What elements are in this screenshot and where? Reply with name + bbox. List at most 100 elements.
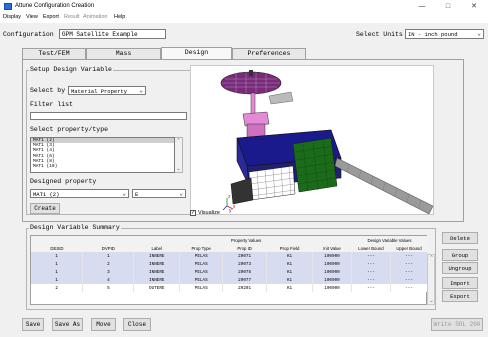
menu-help[interactable]: Help [114,14,125,20]
column-header[interactable]: Prop Field [266,244,313,252]
table-cell: 20075 [222,268,268,276]
menu-export[interactable]: Export [43,14,59,20]
column-header[interactable]: Prop ID [222,244,267,252]
table-cell: 20077 [222,276,268,284]
select-by-dropdown[interactable]: Material Property ⌄ [68,86,146,95]
table-cell: --- [351,276,391,284]
menu-animation[interactable]: Animation [83,14,107,20]
tab-preferences[interactable]: Preferences [232,48,306,59]
lower-module [248,165,296,201]
summary-table[interactable]: Property Values Design Variable Values D… [30,235,429,305]
filter-list-input[interactable] [30,112,187,120]
configuration-input[interactable]: GPM Satellite Example [59,29,166,39]
column-header[interactable]: DESID [31,244,83,252]
visualize-checkbox[interactable]: ✓ [190,210,196,216]
table-cell: 20071 [222,252,268,260]
green-module [292,137,338,193]
table-cell: INNERE [133,260,181,268]
table-cell: --- [390,268,429,276]
maximize-icon[interactable]: □ [440,2,456,11]
setup-legend: Setup Design Variable [29,66,113,73]
designed-field-dropdown[interactable]: E ⌄ [132,189,186,198]
import-button[interactable]: Import [442,277,478,289]
table-cell: 4 [82,276,135,284]
table-row[interactable]: 1 1 INNERE PELAS 20071 K1 100000 --- --- [31,252,429,260]
antenna-feed [249,70,253,76]
column-header[interactable]: Lower Bound [351,244,391,252]
table-cell: INNERE [133,268,181,276]
table-cell: --- [390,284,429,292]
close-icon[interactable]: ✕ [466,2,482,11]
table-cell: 3 [82,268,135,276]
group-button[interactable]: Group [442,249,478,261]
table-cell: --- [351,260,391,268]
table-cell: 100000 [312,260,352,268]
save-button[interactable]: Save [22,318,44,331]
list-item[interactable]: MAT1 (10) [31,164,174,169]
column-header[interactable]: Upper Bound [390,244,428,252]
table-row[interactable]: 2 5 OUTERE PELAS 20201 K1 100000 --- --- [31,284,429,292]
design-variable-values-header: Design Variable Values [351,236,428,244]
app-icon [4,3,12,10]
minimize-icon[interactable]: — [414,2,430,11]
table-cell: K1 [266,276,314,284]
menu-view[interactable]: View [26,14,38,20]
column-header[interactable]: Label [133,244,180,252]
table-cell: --- [351,284,391,292]
table-row[interactable]: 1 3 INNERE PELAS 20075 K1 100000 --- --- [31,268,429,276]
designed-property-label: Designed property [30,178,97,185]
property-type-list[interactable]: MAT1 (2) MAT1 (3) MAT1 (4) MAT1 (6) MAT1… [30,137,175,173]
scroll-down-icon[interactable]: ⌄ [428,298,435,304]
configuration-label: Configuration [3,31,54,38]
column-header[interactable]: DVPID [82,244,134,252]
tab-test-fem[interactable]: Test/FEM [22,48,86,59]
tab-design[interactable]: Design [161,47,232,59]
table-row[interactable]: 1 2 INNERE PELAS 20073 K1 100000 --- --- [31,260,429,268]
table-cell: 1 [31,268,84,276]
table-cell: 100000 [312,276,352,284]
menu-display[interactable]: Display [3,14,21,20]
chevron-down-icon: ⌄ [179,190,183,197]
close-button[interactable]: Close [123,318,151,331]
front-module [230,177,254,205]
table-cell: 5 [82,284,135,292]
summary-legend: Design Variable Summary [29,224,121,231]
table-row[interactable]: 1 4 INNERE PELAS 20077 K1 100000 --- --- [31,276,429,284]
axis-x-label: x [233,204,236,210]
column-header[interactable]: Init Value [312,244,352,252]
scroll-down-icon[interactable]: ⌄ [175,166,182,172]
table-cell: OUTERE [133,284,181,292]
write-sol-200-button[interactable]: Write SOL 200 [431,318,483,331]
table-cell: INNERE [133,252,181,260]
units-label: Select Units [356,31,403,38]
table-cell: 1 [31,276,84,284]
table-cell: PELAS [179,276,224,284]
menu-result[interactable]: Result [64,14,80,20]
ungroup-button[interactable]: Ungroup [442,262,478,274]
scroll-up-icon[interactable]: ⌃ [428,255,435,261]
property-list-scrollbar[interactable]: ⌃ ⌄ [175,137,183,173]
table-cell: 20201 [222,284,268,292]
axis-y-label: y [229,208,232,214]
create-button[interactable]: Create [30,203,60,214]
delete-button[interactable]: Delete [442,232,478,244]
menu-bar: Display View Export Result Animation Hel… [0,13,488,23]
table-cell: --- [351,252,391,260]
export-button[interactable]: Export [442,290,478,302]
select-property-type-label: Select property/type [30,126,109,133]
save-as-button[interactable]: Save As [52,318,83,331]
move-button[interactable]: Move [91,318,116,331]
tab-mass[interactable]: Mass [86,48,161,59]
designed-property-dropdown[interactable]: MAT1 (2) ⌄ [30,189,129,198]
units-select[interactable]: IN - inch pound ⌄ [405,29,484,39]
summary-scrollbar[interactable]: ⌃ ⌄ [427,254,435,305]
table-cell: --- [390,276,429,284]
table-cell: 1 [82,252,135,260]
column-header[interactable]: Prop Type [179,244,223,252]
table-cell: 2 [31,284,84,292]
table-cell: 1 [31,252,84,260]
chevron-down-icon: ⌄ [139,87,143,94]
model-viewport[interactable]: z x y [190,65,434,215]
select-by-value: Material Property [71,88,128,95]
scroll-up-icon[interactable]: ⌃ [175,138,182,144]
